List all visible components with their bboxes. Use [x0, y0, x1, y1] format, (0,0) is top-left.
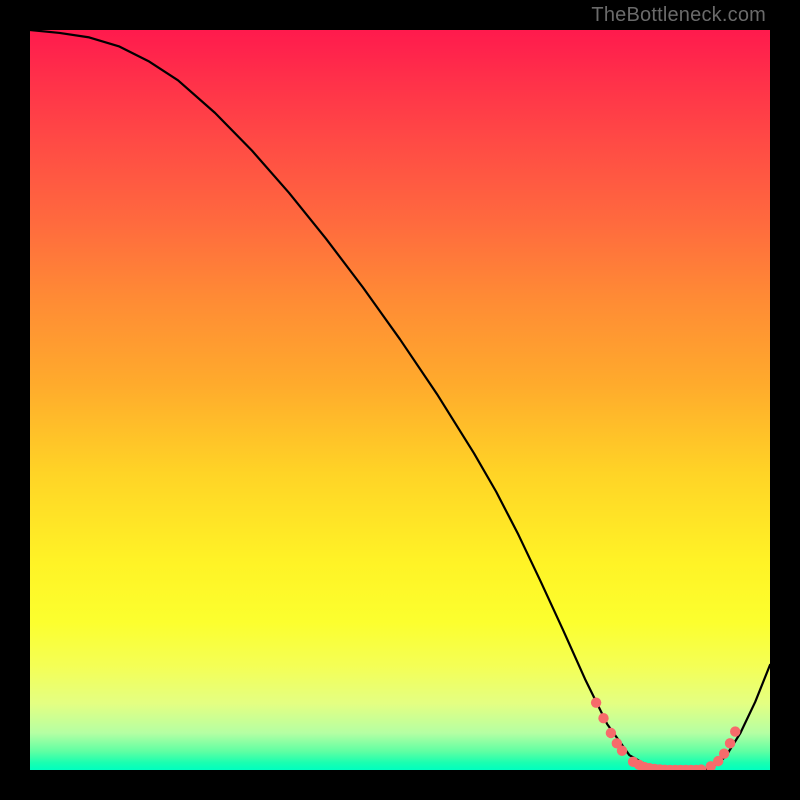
- curve-marker: [598, 713, 608, 723]
- curve-markers: [591, 697, 741, 770]
- curve-marker: [617, 746, 627, 756]
- watermark-text: TheBottleneck.com: [591, 4, 766, 27]
- curve-marker: [591, 697, 601, 707]
- chart-frame: TheBottleneck.com: [0, 0, 800, 800]
- curve-marker: [719, 749, 729, 759]
- curve-marker: [725, 738, 735, 748]
- plot-area: [30, 30, 770, 770]
- curve-marker: [606, 728, 616, 738]
- curve-layer: [30, 30, 770, 770]
- bottleneck-curve: [30, 30, 770, 770]
- curve-marker: [730, 726, 740, 736]
